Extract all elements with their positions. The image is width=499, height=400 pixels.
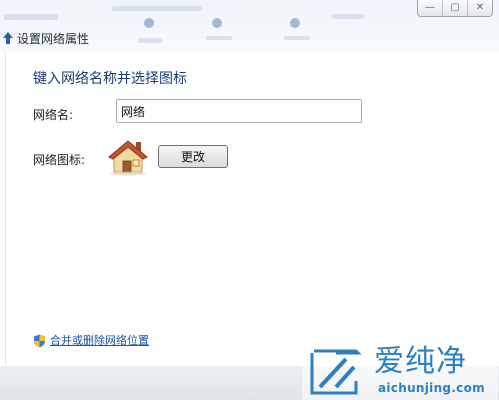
watermark-brand: 爱纯净 (374, 344, 467, 379)
background-blur (112, 6, 202, 11)
page-heading: 键入网络名称并选择图标 (33, 71, 187, 87)
window-controls: — ▢ ✕ (417, 0, 493, 17)
dialog-title-bar: 设置网络属性 (0, 28, 89, 48)
change-icon-button[interactable]: 更改 (158, 145, 228, 168)
maximize-button[interactable]: ▢ (443, 0, 468, 16)
minimize-button[interactable]: — (418, 0, 443, 16)
background-blur (284, 36, 310, 40)
background-blur (144, 18, 154, 28)
watermark: 爱纯净 aichunjing.com (302, 345, 498, 400)
watermark-url: aichunjing.com (378, 381, 485, 395)
network-name-input[interactable] (116, 99, 362, 123)
network-icon-label: 网络图标: (33, 153, 86, 167)
background-blur (332, 14, 364, 19)
merge-delete-network-link[interactable]: 合并或删除网络位置 (50, 332, 149, 348)
background-blur (138, 38, 162, 43)
background-blur (290, 18, 300, 28)
background-blur (206, 36, 232, 40)
background-blur (212, 18, 222, 28)
house-icon (106, 136, 150, 176)
background-blur (4, 14, 58, 20)
watermark-logo-icon (310, 349, 362, 395)
dialog-title: 设置网络属性 (17, 31, 90, 46)
merge-network-link-row[interactable]: 合并或删除网络位置 (33, 332, 149, 348)
close-button[interactable]: ✕ (468, 0, 492, 16)
shield-icon (33, 333, 46, 348)
dialog-border (5, 52, 6, 370)
network-name-label: 网络名: (33, 108, 74, 122)
back-arrow-icon[interactable] (1, 30, 15, 46)
